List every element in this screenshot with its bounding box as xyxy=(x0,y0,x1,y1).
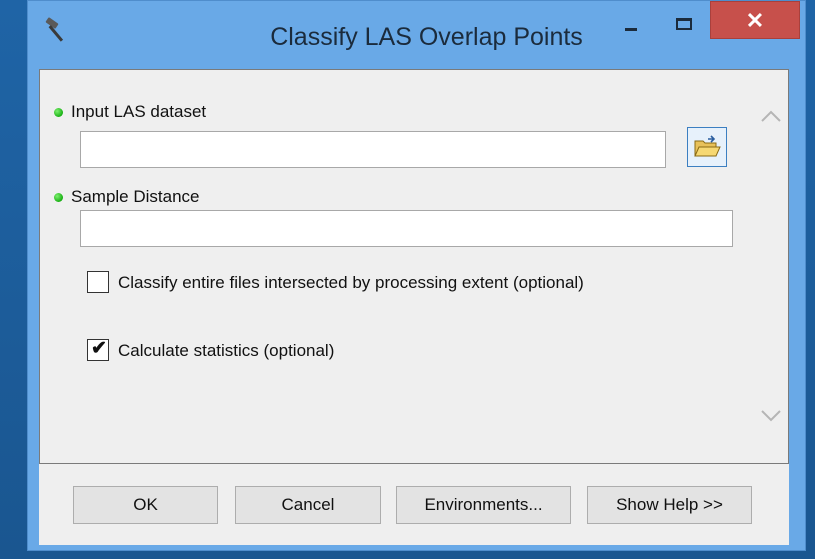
minimize-button[interactable] xyxy=(610,1,650,39)
calculate-statistics-checkbox[interactable]: ✔ xyxy=(87,338,109,361)
browse-las-dataset-button[interactable] xyxy=(687,127,727,167)
input-las-dataset-field[interactable] xyxy=(80,131,666,168)
sample-distance-label: Sample Distance xyxy=(71,187,200,206)
close-button[interactable]: ✕ xyxy=(710,1,800,39)
required-indicator-icon xyxy=(54,193,63,202)
input-las-dataset-label: Input LAS dataset xyxy=(71,102,207,121)
close-icon: ✕ xyxy=(745,8,765,33)
ok-button[interactable]: OK xyxy=(73,486,218,524)
desktop-background: Classify LAS Overlap Points ✕ Input LAS … xyxy=(0,0,815,559)
open-folder-icon xyxy=(694,135,721,157)
title-bar[interactable]: Classify LAS Overlap Points ✕ xyxy=(28,1,805,69)
minimize-icon xyxy=(625,28,637,31)
parameters-panel: Input LAS dataset Sample Distance Classi… xyxy=(39,69,789,464)
button-bar: OK Cancel Environments... Show Help >> xyxy=(39,464,789,545)
chevron-up-icon[interactable] xyxy=(760,108,782,124)
maximize-button[interactable] xyxy=(664,1,704,39)
classify-entire-files-label[interactable]: Classify entire files intersected by pro… xyxy=(118,273,584,293)
calculate-statistics-label[interactable]: Calculate statistics (optional) xyxy=(118,341,334,361)
classify-entire-files-checkbox[interactable] xyxy=(87,271,109,293)
environments-button[interactable]: Environments... xyxy=(396,486,571,524)
cancel-button[interactable]: Cancel xyxy=(235,486,381,524)
required-indicator-icon xyxy=(54,108,63,117)
chevron-down-icon[interactable] xyxy=(760,408,782,424)
sample-distance-field[interactable] xyxy=(80,210,733,247)
checkmark-icon: ✔ xyxy=(91,338,107,359)
tool-dialog-window: Classify LAS Overlap Points ✕ Input LAS … xyxy=(27,0,806,551)
maximize-icon xyxy=(676,18,692,30)
show-help-button[interactable]: Show Help >> xyxy=(587,486,752,524)
